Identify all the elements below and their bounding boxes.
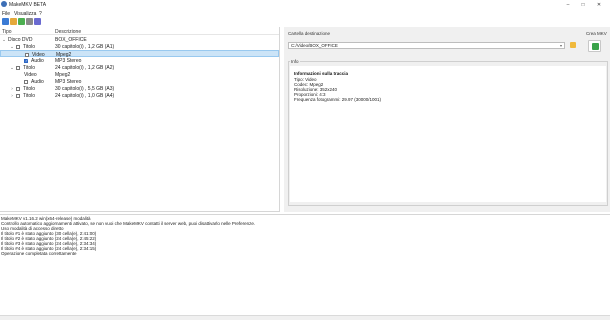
log-panel[interactable]: MakeMKV v1.16.2 win(x64-release) modalit… — [0, 214, 610, 315]
tree-row[interactable]: Video Mpeg2 — [0, 50, 279, 58]
track-checkbox[interactable] — [16, 86, 20, 91]
close-button[interactable]: ✕ — [592, 0, 606, 9]
info-heading: Informazioni sulla traccia — [294, 71, 349, 76]
menu-view[interactable]: Visualizza — [14, 11, 36, 17]
destination-label: Cartella destinazione — [288, 31, 331, 36]
column-description-header[interactable]: Descrizione — [55, 29, 81, 35]
menu-bar: File Visualizza ? — [0, 9, 610, 17]
chevron-down-icon[interactable]: ▾ — [560, 43, 562, 48]
tree-header: Tipo Descrizione — [0, 27, 279, 35]
chevron-right-icon[interactable]: › — [10, 93, 14, 98]
track-checkbox[interactable] — [24, 79, 28, 84]
track-checkbox[interactable] — [25, 52, 29, 57]
tree-row[interactable]: ⌄ Disco DVD BOX_OFFICE — [0, 36, 279, 43]
maximize-button[interactable]: □ — [576, 0, 590, 9]
make-mkv-label: Crea MKV — [586, 31, 607, 36]
log-line: Operazione completata correttamente — [1, 251, 77, 256]
tree-row[interactable]: Video Mpeg2 — [0, 71, 279, 78]
title-bar: MakeMKV BETA – □ ✕ — [0, 0, 610, 9]
tree-row[interactable]: ⌄ Titolo 24 capitolo(i) , 1,2 GB (A2) — [0, 64, 279, 71]
window-title: MakeMKV BETA — [9, 1, 47, 8]
make-mkv-button[interactable] — [588, 40, 601, 52]
track-checkbox[interactable] — [16, 93, 20, 98]
tree-row-label: Titolo — [23, 93, 36, 99]
tree-row[interactable]: ⌄ Titolo 30 capitolo(i) , 1,2 GB (A1) — [0, 43, 279, 50]
backup-icon[interactable] — [18, 18, 25, 25]
open-files-icon[interactable] — [10, 18, 17, 25]
toolbar — [0, 17, 610, 26]
info-group-title: Info — [290, 59, 300, 64]
track-checkbox[interactable] — [24, 58, 28, 63]
minimize-button[interactable]: – — [561, 0, 575, 9]
tree-row[interactable]: › Titolo 24 capitolo(i) , 1,0 GB (A4) — [0, 92, 279, 99]
tree-row[interactable]: AudioMP3 Stereo — [0, 78, 279, 85]
browse-folder-icon[interactable] — [570, 42, 576, 48]
settings-icon[interactable] — [26, 18, 33, 25]
menu-file[interactable]: File — [2, 11, 10, 17]
column-type-header[interactable]: Tipo — [2, 29, 12, 35]
menu-help[interactable]: ? — [39, 11, 42, 17]
eject-icon[interactable] — [34, 18, 41, 25]
info-content: Informazioni sulla traccia Tipo: Video C… — [290, 66, 606, 202]
tree-row[interactable]: › Titolo 30 capitolo(i) , 5,5 GB (A3) — [0, 85, 279, 92]
tree-row-description: 24 capitolo(i) , 1,0 GB (A4) — [55, 93, 115, 99]
chevron-right-icon[interactable]: › — [10, 86, 14, 91]
info-line: Frequenza fotogrammi: 29.97 (30000/1001) — [294, 97, 382, 102]
make-mkv-icon — [592, 43, 599, 50]
destination-folder-input[interactable]: C:/Video/BOX_OFFICE — [288, 42, 565, 49]
tree-row[interactable]: AudioMP3 Stereo — [0, 57, 279, 64]
makemkv-logo-icon — [1, 1, 7, 7]
open-disc-icon[interactable] — [2, 18, 9, 25]
track-checkbox[interactable] — [16, 44, 20, 49]
track-checkbox[interactable] — [16, 65, 20, 70]
right-panel: Cartella destinazione C:/Video/BOX_OFFIC… — [284, 27, 610, 212]
info-group: Info Informazioni sulla traccia Tipo: Vi… — [288, 59, 608, 206]
status-bar — [0, 315, 610, 320]
disc-tree-panel: Tipo Descrizione ⌄ Disco DVD BOX_OFFICE ⌄ Ti… — [0, 27, 280, 212]
